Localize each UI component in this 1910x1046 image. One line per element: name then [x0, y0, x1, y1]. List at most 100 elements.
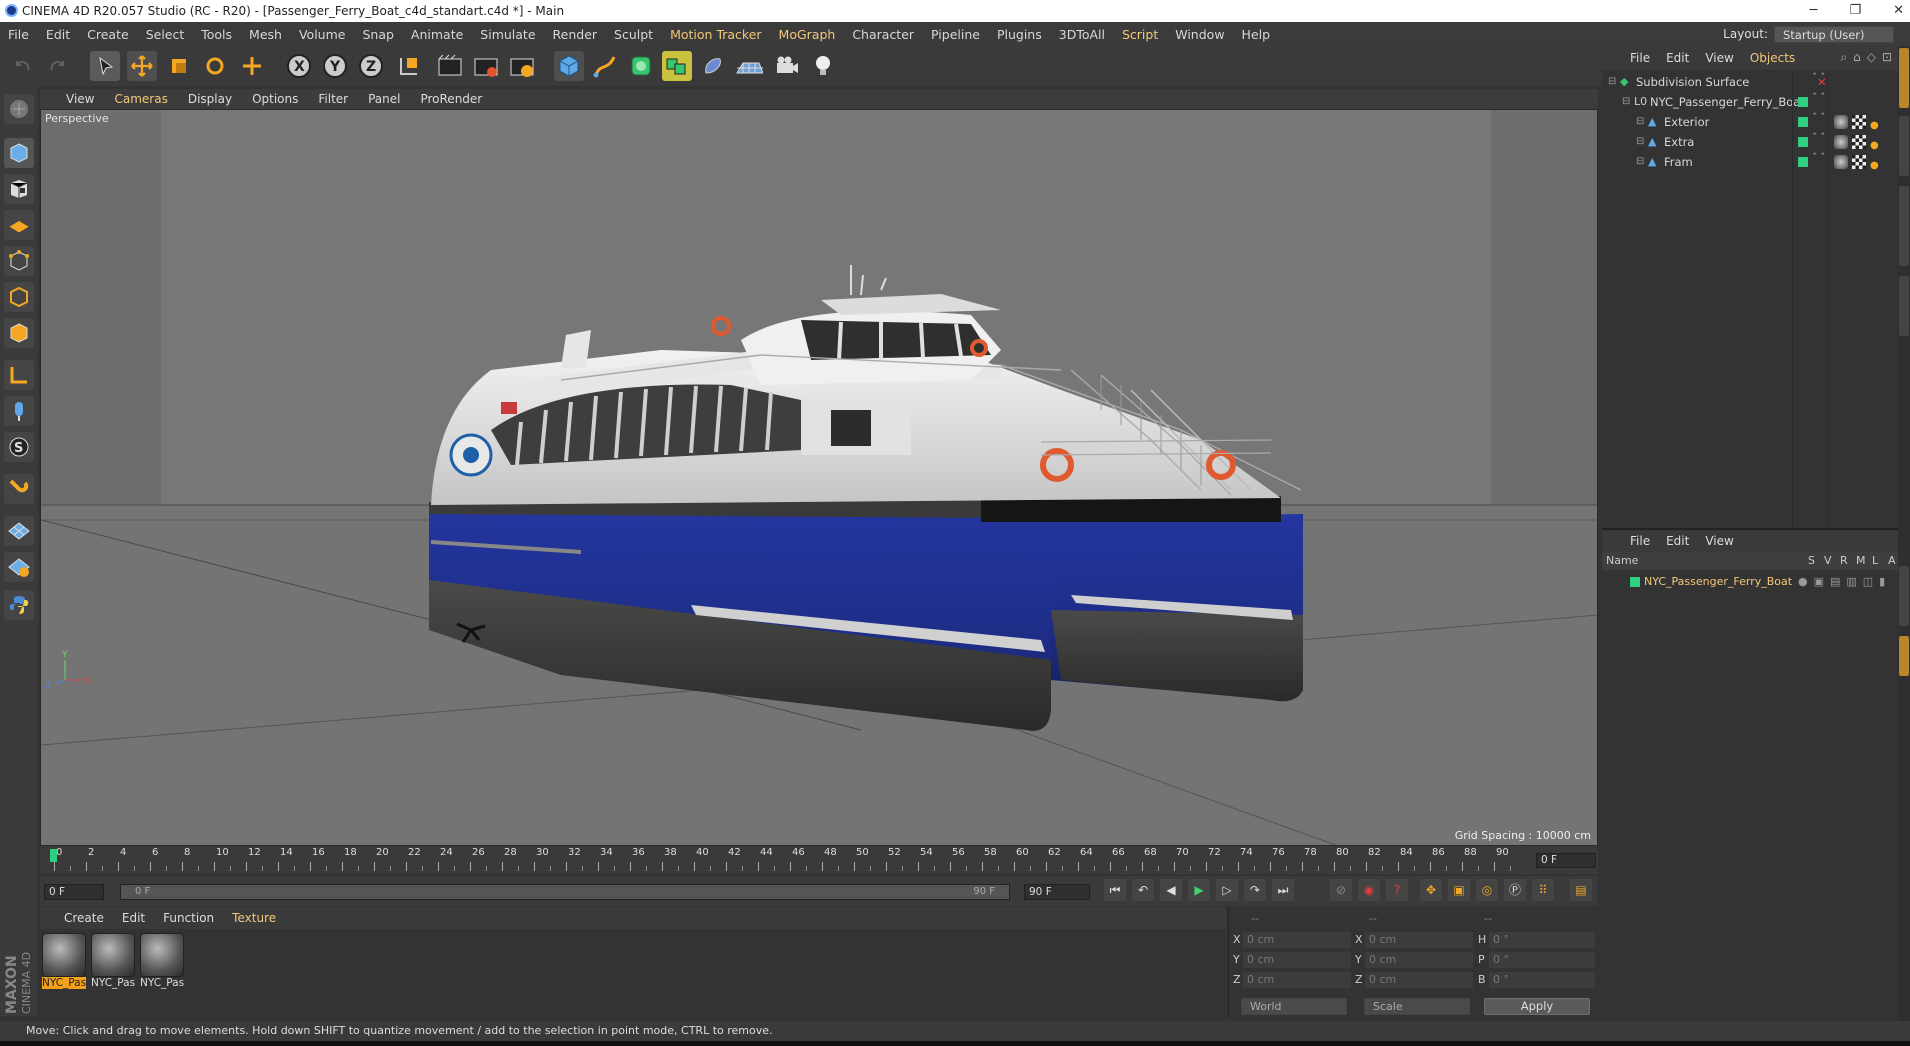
menu-mesh[interactable]: Mesh: [249, 27, 282, 42]
rotation-key-icon[interactable]: ◎: [1476, 879, 1498, 901]
object-menu-file[interactable]: File: [1630, 51, 1650, 65]
camera-icon[interactable]: [772, 51, 802, 81]
menu-simulate[interactable]: Simulate: [480, 27, 535, 42]
coordinate-system-icon[interactable]: [394, 51, 424, 81]
tree-expander-icon[interactable]: ⊟: [1636, 132, 1644, 152]
scale-key-icon[interactable]: ▣: [1448, 879, 1470, 901]
object-row-subdivision-surface[interactable]: ⊟ ◆ Subdivision Surface • • ✕: [1602, 70, 1898, 92]
render-settings-icon[interactable]: [507, 51, 537, 81]
viewport-menu-filter[interactable]: Filter: [318, 92, 348, 106]
redo-button[interactable]: [42, 51, 72, 81]
texture-tag-icon[interactable]: [1852, 135, 1866, 149]
y-axis-lock-icon[interactable]: Y: [320, 51, 350, 81]
visibility-dots-icon[interactable]: • •: [1812, 150, 1825, 160]
viewport-menu-cameras[interactable]: Cameras: [114, 92, 167, 106]
timeline-ruler[interactable]: 0 2 4 6 8 10 12 14 16 18 20 22 24 26 28 30 32 34 36 38 40 42 4…: [40, 846, 1598, 874]
frame-range-slider[interactable]: 0 F 90 F: [120, 884, 1010, 900]
viewport-menu-view[interactable]: View: [66, 92, 94, 106]
filter-icon[interactable]: ◇: [1867, 50, 1876, 65]
layer-color-swatch[interactable]: [1798, 117, 1808, 127]
floor-environment-icon[interactable]: [734, 51, 764, 81]
object-menu-edit[interactable]: Edit: [1666, 51, 1689, 65]
viewport-menu-prorender[interactable]: ProRender: [420, 92, 482, 106]
menu-mograph[interactable]: MoGraph: [779, 27, 836, 42]
next-key-icon[interactable]: ↷: [1244, 879, 1266, 901]
menu-script[interactable]: Script: [1122, 27, 1158, 42]
menu-snap[interactable]: Snap: [362, 27, 393, 42]
takes-side-tab[interactable]: [1899, 116, 1909, 176]
visibility-dots-icon[interactable]: • •: [1812, 110, 1825, 120]
menu-window[interactable]: Window: [1175, 27, 1224, 42]
subdivision-surface-icon[interactable]: [626, 51, 656, 81]
menu-pipeline[interactable]: Pipeline: [931, 27, 980, 42]
material-swatch[interactable]: NYC_Pas: [140, 933, 184, 989]
tree-expander-icon[interactable]: ⊟: [1622, 92, 1630, 112]
point-level-key-icon[interactable]: ⠿: [1532, 879, 1554, 901]
texture-tag-icon[interactable]: [1852, 115, 1866, 129]
layer-menu-edit[interactable]: Edit: [1666, 534, 1689, 548]
rotation-field[interactable]: 0 °: [1489, 932, 1595, 948]
workplane-mode-icon[interactable]: [4, 210, 34, 240]
menu-motion-tracker[interactable]: Motion Tracker: [670, 27, 761, 42]
search-icon[interactable]: ⌕: [1840, 50, 1847, 65]
menu-help[interactable]: Help: [1242, 27, 1271, 42]
menu-character[interactable]: Character: [852, 27, 914, 42]
home-icon[interactable]: ⌂: [1853, 50, 1861, 65]
record-key-icon[interactable]: ⊘: [1330, 879, 1352, 901]
magnet-snap-icon[interactable]: [4, 474, 34, 504]
structure-side-tab[interactable]: [1899, 276, 1909, 336]
menu-tools[interactable]: Tools: [201, 27, 232, 42]
end-frame-field[interactable]: 90 F: [1024, 884, 1090, 900]
layer-column-l[interactable]: L: [1872, 552, 1878, 570]
render-view-icon[interactable]: [435, 51, 465, 81]
layer-menu-view[interactable]: View: [1705, 534, 1733, 548]
object-row-fram[interactable]: ⊟ ▲ Fram • • ●: [1602, 150, 1898, 172]
layer-color-swatch[interactable]: [1798, 137, 1808, 147]
tree-expander-icon[interactable]: ⊟: [1636, 152, 1644, 172]
apply-button[interactable]: Apply: [1484, 998, 1590, 1015]
attributes-side-tab[interactable]: [1899, 566, 1909, 626]
position-field[interactable]: 0 cm: [1243, 932, 1351, 948]
previous-frame-icon[interactable]: ◀: [1160, 879, 1182, 901]
pen-spline-icon[interactable]: [590, 51, 620, 81]
keyframe-selection-icon[interactable]: ?: [1386, 879, 1408, 901]
size-field[interactable]: 0 cm: [1365, 932, 1473, 948]
size-field[interactable]: 0 cm: [1365, 972, 1473, 988]
new-view-icon[interactable]: ⊡: [1882, 50, 1892, 65]
model-mode-icon[interactable]: [4, 138, 34, 168]
minimize-button[interactable]: ─: [1810, 0, 1818, 22]
polygons-mode-icon[interactable]: [4, 318, 34, 348]
rotation-field[interactable]: 0 °: [1489, 972, 1595, 988]
menu-plugins[interactable]: Plugins: [997, 27, 1042, 42]
size-field[interactable]: 0 cm: [1365, 952, 1473, 968]
go-to-end-icon[interactable]: ⏭: [1272, 879, 1294, 901]
menu-render[interactable]: Render: [553, 27, 598, 42]
axis-mode-icon[interactable]: [4, 360, 34, 390]
menu-file[interactable]: File: [8, 27, 29, 42]
locked-workplane-icon[interactable]: [4, 552, 34, 582]
perspective-viewport[interactable]: YXZ Perspective Grid Spacing : 10000 cm …: [40, 109, 1598, 846]
workplane-grid-icon[interactable]: [4, 516, 34, 546]
playhead-marker[interactable]: [50, 849, 57, 862]
tree-expander-icon[interactable]: ⊟: [1636, 112, 1644, 132]
material-tag-icon[interactable]: [1834, 155, 1848, 169]
content-browser-side-tab[interactable]: [1899, 186, 1909, 266]
layer-color-swatch[interactable]: [1798, 157, 1808, 167]
play-icon[interactable]: ▶: [1188, 879, 1210, 901]
next-frame-icon[interactable]: ▷: [1216, 879, 1238, 901]
object-menu-view[interactable]: View: [1705, 51, 1733, 65]
position-field[interactable]: 0 cm: [1243, 972, 1351, 988]
visibility-dots-icon[interactable]: • •: [1812, 90, 1825, 100]
start-frame-field[interactable]: 0 F: [44, 884, 104, 900]
array-generator-icon[interactable]: [662, 51, 692, 81]
menu-sculpt[interactable]: Sculpt: [614, 27, 653, 42]
close-button[interactable]: ✕: [1893, 0, 1904, 22]
menu-create[interactable]: Create: [87, 27, 129, 42]
layer-column-r[interactable]: R: [1840, 552, 1848, 570]
render-picture-viewer-icon[interactable]: [471, 51, 501, 81]
layer-row[interactable]: NYC_Passenger_Ferry_Boat ●▣▤▥◫▮: [1602, 572, 1898, 592]
menu-volume[interactable]: Volume: [299, 27, 346, 42]
object-row-exterior[interactable]: ⊟ ▲ Exterior • • ●: [1602, 110, 1898, 132]
layer-flags[interactable]: ●▣▤▥◫▮: [1798, 572, 1891, 592]
material-tag-icon[interactable]: [1834, 135, 1848, 149]
